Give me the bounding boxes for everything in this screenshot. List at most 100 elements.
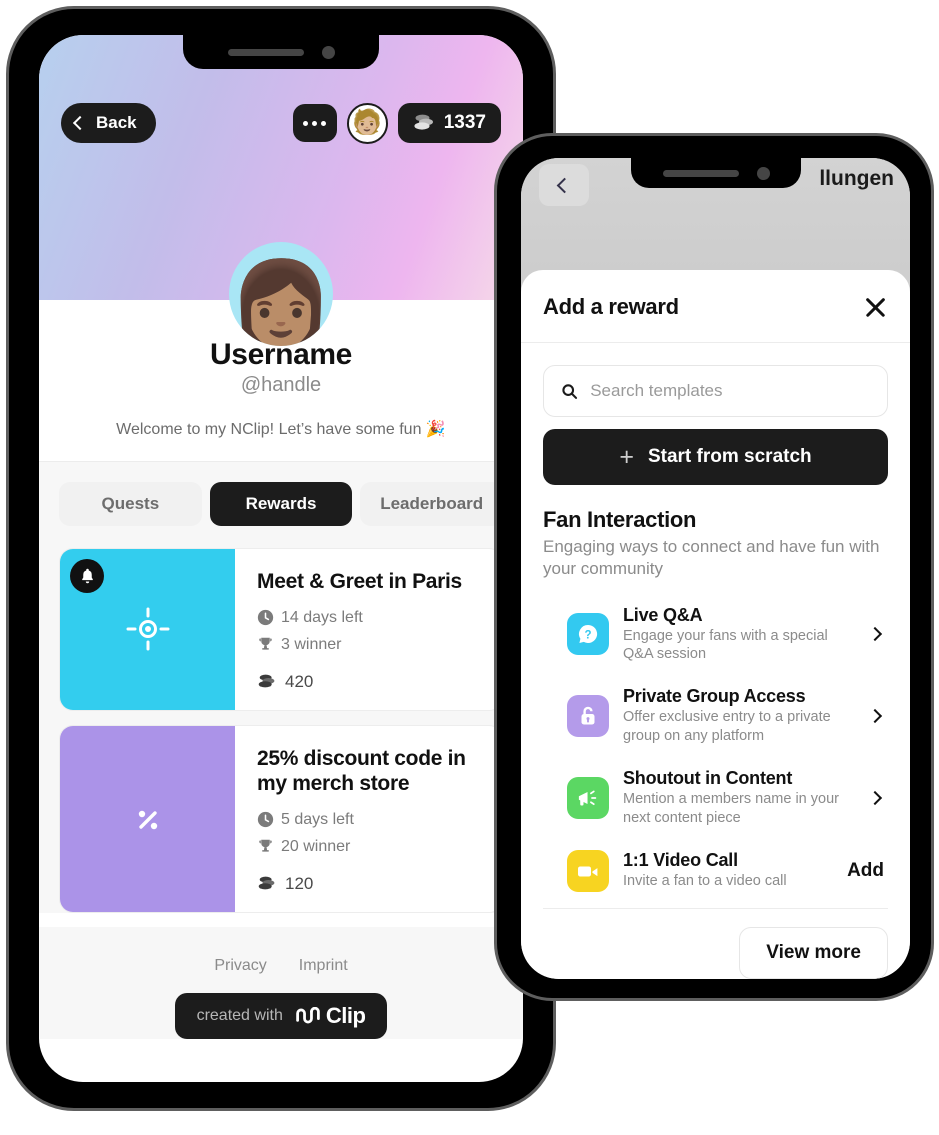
- template-list: ? Live Q&A Engage your fans with a speci…: [543, 594, 888, 899]
- list-item-text: Live Q&A Engage your fans with a special…: [623, 605, 856, 665]
- list-item-title: Private Group Access: [623, 686, 806, 707]
- close-icon[interactable]: [862, 294, 888, 320]
- reward-winners-label: 3 winner: [281, 635, 342, 653]
- search-icon: [562, 383, 578, 399]
- ellipsis-icon: [321, 120, 327, 126]
- reward-price-value: 420: [285, 671, 314, 691]
- list-item-desc: Invite a fan to a video call: [623, 873, 787, 890]
- chevron-right-icon[interactable]: [867, 627, 883, 642]
- reward-thumbnail: [60, 549, 235, 710]
- back-button[interactable]: Back: [61, 103, 156, 143]
- background-back-button[interactable]: [539, 164, 589, 206]
- list-item-title: 1:1 Video Call: [623, 850, 738, 871]
- imprint-link[interactable]: Imprint: [299, 957, 348, 975]
- reward-deadline-label: 5 days left: [281, 810, 354, 828]
- reward-card-body: 25% discount code in my merch store 5 da…: [235, 726, 502, 912]
- sheet-header: Add a reward: [521, 270, 910, 343]
- coin-balance-value: 1337: [443, 112, 486, 133]
- background-page-title: llungen: [819, 167, 894, 190]
- bell-icon: [70, 559, 104, 593]
- trophy-icon: [259, 637, 272, 650]
- back-button-label: Back: [96, 113, 137, 132]
- phone-a-screen: Back 🧑🏼 1337 👩🏽 Username @handle Welcome…: [39, 35, 523, 1082]
- start-from-scratch-button[interactable]: + Start from scratch: [543, 429, 888, 485]
- notch-speaker-icon: [227, 48, 304, 56]
- megaphone-icon: [567, 776, 609, 819]
- created-with-badge[interactable]: created with Clip: [174, 992, 388, 1039]
- list-item[interactable]: Private Group Access Offer exclusive ent…: [543, 675, 888, 757]
- chevron-left-icon: [556, 177, 572, 193]
- add-template-button[interactable]: Add: [847, 860, 884, 882]
- phone-b-screen: llungen Add a reward + S: [521, 158, 910, 979]
- list-item-title: Live Q&A: [623, 604, 703, 625]
- search-field[interactable]: [543, 365, 888, 417]
- phone-notch: [631, 158, 801, 188]
- trophy-icon: [259, 840, 272, 852]
- profile-banner: Back 🧑🏼 1337 👩🏽: [39, 35, 523, 346]
- phone-notch: [183, 35, 379, 69]
- profile-topbar: Back 🧑🏼 1337: [39, 101, 523, 145]
- tab-rewards[interactable]: Rewards: [209, 482, 353, 526]
- list-item-text: Private Group Access Offer exclusive ent…: [623, 686, 856, 746]
- list-item-desc: Offer exclusive entry to a private group…: [623, 709, 831, 745]
- sheet-footer: View more: [543, 908, 888, 979]
- profile-avatar: 👩🏽: [229, 242, 333, 346]
- tab-leaderboard[interactable]: Leaderboard: [360, 482, 504, 526]
- list-item[interactable]: Shoutout in Content Mention a members na…: [543, 757, 888, 839]
- list-item-text: 1:1 Video Call Invite a fan to a video c…: [623, 850, 833, 891]
- coin-balance-button[interactable]: 1337: [397, 103, 501, 143]
- view-more-button[interactable]: View more: [739, 927, 888, 979]
- start-from-scratch-label: Start from scratch: [647, 446, 812, 467]
- coins-icon: [258, 876, 275, 890]
- nclip-brand-label: Clip: [325, 1002, 366, 1028]
- section-subtitle: Engaging ways to connect and have fun wi…: [543, 537, 880, 578]
- plus-icon: +: [619, 442, 634, 471]
- nclip-brand: Clip: [295, 1003, 366, 1029]
- nclip-logo-icon: [296, 1006, 320, 1024]
- list-item-title: Shoutout in Content: [623, 767, 793, 788]
- phone-mockup-profile: Back 🧑🏼 1337 👩🏽 Username @handle Welcome…: [6, 6, 559, 1111]
- profile-bio: Welcome to my NClip! Let’s have some fun…: [116, 421, 446, 438]
- more-options-button[interactable]: [292, 104, 337, 142]
- reward-winners-label: 20 winner: [281, 837, 351, 855]
- add-reward-sheet: Add a reward + Start from scratch Fa: [521, 270, 910, 979]
- profile-handle: @handle: [240, 374, 322, 396]
- privacy-link[interactable]: Privacy: [214, 957, 266, 975]
- coins-icon: [258, 674, 275, 688]
- reward-price-value: 120: [285, 873, 314, 893]
- reward-card-body: Meet & Greet in Paris 14 days left 3 win…: [235, 549, 478, 710]
- list-item[interactable]: 1:1 Video Call Invite a fan to a video c…: [543, 839, 888, 898]
- avatar[interactable]: 🧑🏼: [346, 102, 388, 144]
- target-icon: [126, 607, 169, 651]
- chevron-left-icon: [72, 115, 88, 131]
- reward-winners: 3 winner: [257, 636, 462, 654]
- topbar-actions: 🧑🏼 1337: [292, 102, 501, 144]
- notch-speaker-icon: [662, 169, 739, 177]
- ellipsis-icon: [303, 120, 309, 126]
- question-bubble-icon: ?: [567, 613, 609, 656]
- notch-camera-icon: [756, 166, 770, 180]
- clock-icon: [257, 812, 274, 828]
- list-item-desc: Engage your fans with a special Q&A sess…: [623, 627, 828, 663]
- reward-deadline-label: 14 days left: [281, 608, 363, 626]
- notch-camera-icon: [321, 45, 335, 59]
- rewards-list: Meet & Greet in Paris 14 days left 3 win…: [39, 548, 523, 913]
- list-item[interactable]: ? Live Q&A Engage your fans with a speci…: [543, 594, 888, 676]
- search-input[interactable]: [590, 381, 870, 401]
- reward-title: Meet & Greet in Paris: [257, 570, 462, 593]
- reward-card[interactable]: Meet & Greet in Paris 14 days left 3 win…: [59, 548, 503, 711]
- footer-links: Privacy Imprint: [39, 957, 523, 975]
- reward-deadline: 5 days left: [257, 811, 486, 829]
- reward-deadline: 14 days left: [257, 609, 462, 627]
- tab-quests[interactable]: Quests: [59, 482, 202, 526]
- chevron-right-icon[interactable]: [867, 790, 883, 805]
- list-item-text: Shoutout in Content Mention a members na…: [623, 768, 856, 828]
- section-title: Fan Interaction: [543, 507, 697, 532]
- sheet-body: + Start from scratch Fan Interaction Eng…: [521, 343, 910, 898]
- coins-icon: [414, 114, 433, 130]
- reward-card[interactable]: 25% discount code in my merch store 5 da…: [59, 724, 503, 913]
- ellipsis-icon: [312, 120, 318, 126]
- reward-price: 420: [257, 672, 462, 692]
- list-item-desc: Mention a members name in your next cont…: [623, 790, 839, 826]
- chevron-right-icon[interactable]: [867, 708, 883, 724]
